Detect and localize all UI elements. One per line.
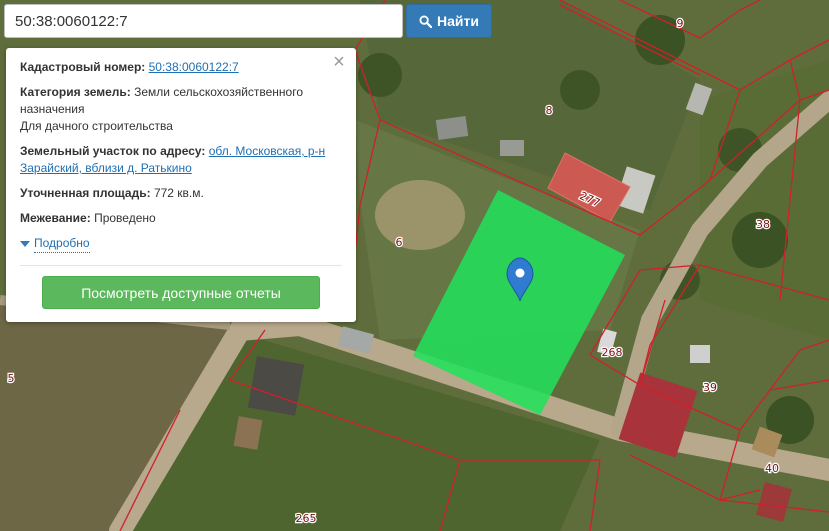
building bbox=[435, 116, 469, 140]
tree bbox=[560, 70, 600, 110]
cadastral-label: Кадастровый номер: bbox=[20, 60, 146, 74]
survey-label: Межевание: bbox=[20, 211, 91, 225]
search-input[interactable] bbox=[4, 4, 403, 38]
details-toggle-label: Подробно bbox=[34, 235, 90, 253]
parcel-label: 39 bbox=[703, 381, 717, 394]
soil-patch bbox=[375, 180, 465, 250]
search-icon bbox=[419, 14, 432, 28]
parcel-label: 40 bbox=[765, 462, 779, 475]
survey-value: Проведено bbox=[94, 211, 156, 225]
building bbox=[500, 140, 524, 156]
cadastral-row: Кадастровый номер: 50:38:0060122:7 bbox=[20, 59, 342, 76]
category-label: Категория земель: bbox=[20, 85, 131, 99]
cadastral-number-link[interactable]: 50:38:0060122:7 bbox=[149, 60, 239, 74]
parcel-label: 5 bbox=[8, 372, 15, 385]
close-icon[interactable]: × bbox=[331, 52, 347, 72]
area-row: Уточненная площадь: 772 кв.м. bbox=[20, 185, 342, 202]
search-button[interactable]: Найти bbox=[406, 4, 492, 38]
parcel-info-popup: × Кадастровый номер: 50:38:0060122:7 Кат… bbox=[6, 48, 356, 322]
parcel-label: 38 bbox=[756, 218, 770, 231]
category-row: Категория земель: Земли сельскохозяйстве… bbox=[20, 84, 342, 135]
address-row: Земельный участок по адресу: обл. Москов… bbox=[20, 143, 342, 177]
address-label: Земельный участок по адресу: bbox=[20, 144, 206, 158]
parcel-label: 265 bbox=[296, 512, 317, 525]
parcel-label: 9 bbox=[677, 17, 684, 30]
parcel-label: 6 bbox=[396, 236, 403, 249]
area-label: Уточненная площадь: bbox=[20, 186, 151, 200]
building bbox=[690, 345, 710, 363]
land-purpose: Для дачного строительства bbox=[20, 119, 173, 133]
building bbox=[233, 416, 263, 450]
divider bbox=[20, 265, 342, 266]
caret-down-icon bbox=[20, 241, 30, 247]
parcel-label: 268 bbox=[602, 346, 623, 359]
building bbox=[247, 356, 305, 416]
search-bar: Найти bbox=[4, 4, 492, 38]
parcel-label: 8 bbox=[546, 104, 553, 117]
details-toggle[interactable]: Подробно bbox=[20, 235, 342, 253]
search-button-label: Найти bbox=[437, 13, 479, 29]
survey-row: Межевание: Проведено bbox=[20, 210, 342, 227]
area-value: 772 кв.м. bbox=[153, 186, 204, 200]
view-reports-button[interactable]: Посмотреть доступные отчеты bbox=[42, 276, 320, 309]
